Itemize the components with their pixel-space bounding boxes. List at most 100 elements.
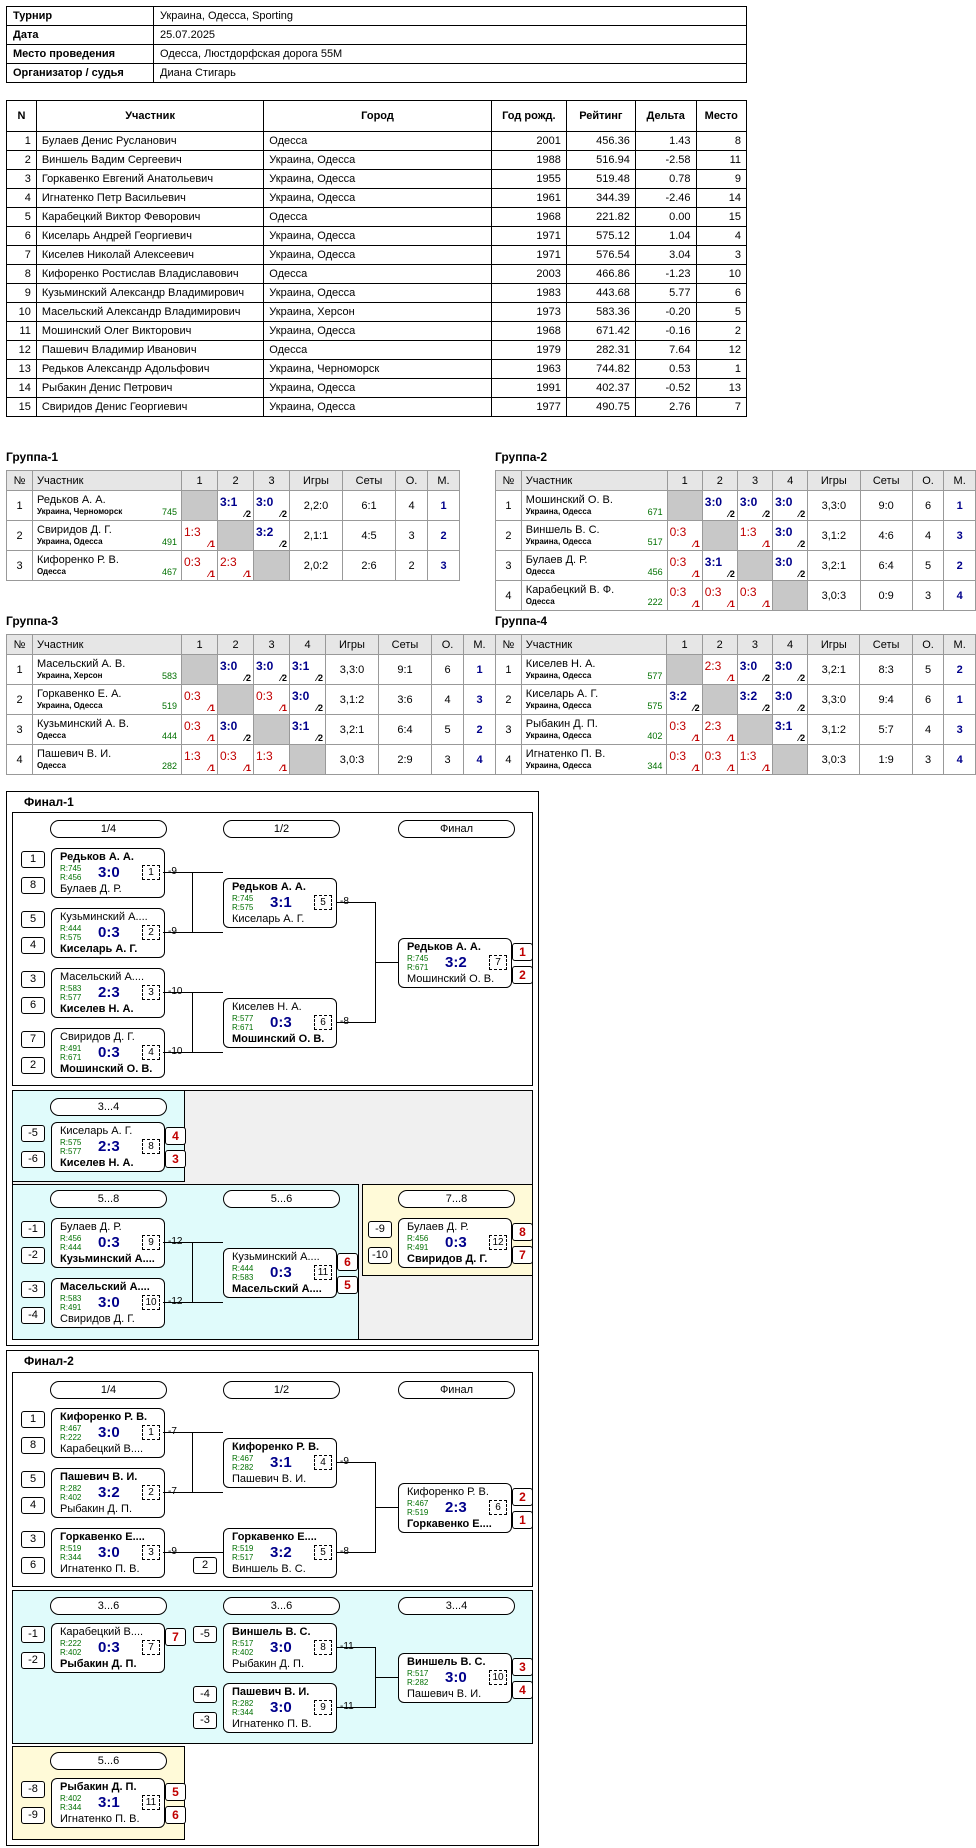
match-player-2: Булаев Д. Р. xyxy=(60,883,122,895)
group-header-row: № Участник 1 2 3 4 Игры Сеты О. М. xyxy=(495,470,976,491)
seed-box: 4 xyxy=(21,1497,45,1514)
info-value: Украина, Одесса, Sporting xyxy=(153,6,747,26)
match-player-1: Пашевич В. И. xyxy=(60,1471,138,1483)
group-result-cell: 1:3 ⁄1 xyxy=(736,744,773,775)
match-rating-1: R:444 xyxy=(60,924,82,933)
match-box: Свиридов Д. Г. Мошинский О. В. R:491 R:671 0… xyxy=(51,1028,165,1078)
group-col-games: Игры xyxy=(807,470,861,491)
match-rating-1: R:577 xyxy=(232,1014,254,1023)
match-box: Масельский А.... Свиридов Д. Г. R:583 R:491… xyxy=(51,1278,165,1328)
round-label: 3...6 xyxy=(223,1597,340,1615)
final-place: 8 xyxy=(512,1223,533,1241)
match-box: Рыбакин Д. П. Игнатенко П. В. R:402 R:344 3:… xyxy=(51,1778,165,1828)
group-result-cell: 0:3 ⁄1 xyxy=(181,684,218,715)
match-number: 9 xyxy=(142,1235,160,1250)
group-player-rating: 519 xyxy=(161,701,177,711)
group-self-cell xyxy=(666,654,703,685)
match-box: Масельский А.... Киселев Н. А. R:583 R:577 2… xyxy=(51,968,165,1018)
group-result-score: 2:3 xyxy=(220,555,237,569)
group-player-cell: Горкавенко Е. А. Украина, Одесса 519 xyxy=(32,684,182,715)
match-player-2: Киселев Н. А. xyxy=(60,1003,134,1015)
participant-cell: 0.00 xyxy=(634,207,697,227)
participant-cell: 583.36 xyxy=(565,302,636,322)
group-col-sets: Сеты xyxy=(859,470,913,491)
group-result-cell: 0:3 ⁄1 xyxy=(253,684,290,715)
bracket-line xyxy=(192,1242,193,1302)
group-result-score: 0:3 xyxy=(704,749,722,763)
group-points: 4 xyxy=(911,714,945,745)
participant-row: 6 Киселарь Андрей Георгиевич Украина, Одес… xyxy=(6,226,748,246)
match-rating-2: R:671 xyxy=(232,1023,254,1032)
group-result-score: 3:0 xyxy=(774,689,793,703)
participant-cell: 7.64 xyxy=(634,340,697,360)
participant-cell: 8 xyxy=(6,264,37,284)
group-player-rating: 745 xyxy=(161,507,177,517)
match-player-2: Игнатенко П. В. xyxy=(60,1563,140,1575)
round-label: 3...4 xyxy=(398,1597,515,1615)
group-player-city: Украина, Херсон xyxy=(37,671,103,680)
match-player-1: Редьков А. А. xyxy=(407,941,481,953)
tournament-info-table: Турнир Украина, Одесса, Sporting Дата 25.07… xyxy=(6,6,747,83)
group-result-cell: 3:1 ⁄2 xyxy=(771,714,809,745)
group-col-games: Игры xyxy=(289,470,343,491)
participant-cell: Украина, Одесса xyxy=(263,169,492,189)
match-rating-1: R:519 xyxy=(60,1544,82,1553)
match-rating-2: R:444 xyxy=(60,1243,82,1252)
group-result-points: ⁄2 xyxy=(316,673,323,683)
participant-row: 5 Карабецкий Виктор Февoрович Одесса 1968 22… xyxy=(6,207,748,227)
group-points: 5 xyxy=(431,714,464,745)
match-rating-2: R:575 xyxy=(60,933,82,942)
participant-cell: 13 xyxy=(695,378,748,398)
group-games: 3,2:1 xyxy=(325,714,379,745)
participants-column-header: N xyxy=(6,100,37,132)
match-player-1: Кузьминский А.... xyxy=(60,911,148,923)
participant-cell: 3.04 xyxy=(634,245,697,265)
group-row: 1 Мошинский О. В. Украина, Одесса 671 3:0 ⁄2 3… xyxy=(495,490,976,521)
group-player-city: Одесса xyxy=(37,761,66,770)
match-rating-1: R:444 xyxy=(232,1264,254,1273)
participant-cell: 1.04 xyxy=(634,226,697,246)
match-box: Виншель В. С. Рыбакин Д. П. R:517 R:402 3:0 8 xyxy=(223,1623,337,1673)
group-player-cell: Булаев Д. Р. Одесса 456 xyxy=(520,550,668,581)
group-result-cell: 3:0 ⁄2 xyxy=(772,550,809,581)
match-score: 0:3 xyxy=(98,1234,120,1251)
group-col-name: Участник xyxy=(520,634,668,655)
match-player-2: Киселев Н. А. xyxy=(60,1157,134,1169)
group-points: 3 xyxy=(395,520,428,551)
bracket-line xyxy=(163,1492,223,1493)
match-rating-1: R:467 xyxy=(232,1454,254,1463)
match-player-2: Игнатенко П. В. xyxy=(232,1718,312,1730)
group-player-name: Мошинский О. В. xyxy=(525,494,613,506)
group-result-score: 3:2 xyxy=(256,525,274,539)
match-player-2: Пашевич В. И. xyxy=(407,1688,482,1700)
bracket-line xyxy=(163,1432,223,1433)
final-place: 7 xyxy=(165,1628,186,1646)
group-result-points: ⁄1 xyxy=(728,733,735,743)
group-self-cell xyxy=(736,714,773,745)
group-result-score: 1:3 xyxy=(184,525,201,539)
match-player-2: Киселарь А. Г. xyxy=(60,943,138,955)
match-player-1: Пашевич В. И. xyxy=(232,1686,310,1698)
participant-cell: Киселев Николай Алексеевич xyxy=(35,245,265,265)
group-col-no: № xyxy=(495,470,522,491)
participant-cell: 6 xyxy=(6,226,37,246)
seed-box: -9 xyxy=(368,1221,392,1238)
match-rating-1: R:745 xyxy=(60,864,82,873)
match-number: 2 xyxy=(142,925,160,940)
participant-cell: 0.78 xyxy=(634,169,697,189)
group-place: 3 xyxy=(943,520,976,551)
group-title: Группа-2 xyxy=(495,450,548,464)
group-result-score: 3:0 xyxy=(220,719,238,733)
final-place: 4 xyxy=(165,1127,186,1145)
group-sets: 4:5 xyxy=(342,520,396,551)
bracket-line xyxy=(163,992,223,993)
match-score: 3:0 xyxy=(270,1639,292,1656)
match-player-1: Редьков А. А. xyxy=(60,851,134,863)
group-sets: 5:7 xyxy=(859,714,913,745)
group-header-row: № Участник 1 2 3 4 Игры Сеты О. М. xyxy=(6,634,496,655)
group-result-points: ⁄2 xyxy=(798,569,806,579)
group-result-points: ⁄2 xyxy=(244,509,251,519)
group-games: 3,3:0 xyxy=(807,490,861,521)
group-player-cell: Кифоренко Р. В. Одесса 467 xyxy=(32,550,182,581)
group-result-score: 2:3 xyxy=(704,719,722,733)
